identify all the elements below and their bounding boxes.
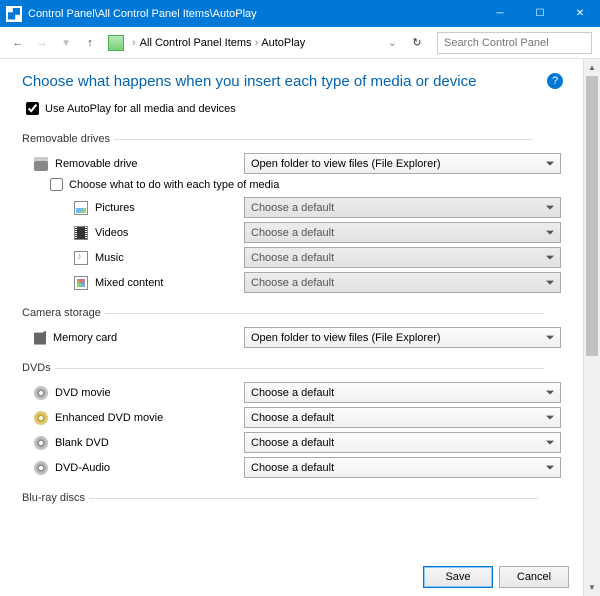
breadcrumb: All Control Panel Items › AutoPlay [140,37,384,49]
dvd-movie-label: DVD movie [55,387,111,399]
videos-select[interactable]: Choose a default [244,222,561,243]
refresh-button[interactable]: ↻ [407,36,427,49]
choose-each-type-row[interactable]: Choose what to do with each type of medi… [50,178,561,191]
use-autoplay-label: Use AutoPlay for all media and devices [45,103,236,115]
pictures-label: Pictures [95,202,135,214]
removable-drive-label: Removable drive [55,158,138,170]
location-icon [108,35,124,51]
forward-button[interactable]: → [32,37,52,49]
breadcrumb-autoplay[interactable]: AutoPlay [261,37,305,49]
help-icon[interactable]: ? [547,73,563,89]
use-autoplay-checkbox-row[interactable]: Use AutoPlay for all media and devices [26,102,561,115]
section-dvds: DVDs [22,362,561,374]
footer-buttons: Save Cancel [423,566,569,588]
use-autoplay-checkbox[interactable] [26,102,39,115]
up-button[interactable]: ↑ [80,37,100,49]
music-icon [74,251,88,265]
section-camera-storage: Camera storage [22,307,561,319]
music-select[interactable]: Choose a default [244,247,561,268]
back-button[interactable]: ← [8,37,28,49]
dvd-audio-icon [34,461,48,475]
drive-icon [34,157,48,171]
enhanced-dvd-select[interactable]: Choose a default [244,407,561,428]
cancel-button[interactable]: Cancel [499,566,569,588]
section-removable-drives: Removable drives [22,133,561,145]
dvd-movie-select[interactable]: Choose a default [244,382,561,403]
dvd-audio-label: DVD-Audio [55,462,110,474]
enhanced-dvd-label: Enhanced DVD movie [55,412,163,424]
close-button[interactable]: ✕ [560,0,600,27]
control-panel-icon [6,6,22,22]
recent-dropdown[interactable]: ▾ [56,36,76,49]
enhanced-dvd-icon [34,411,48,425]
pictures-select[interactable]: Choose a default [244,197,561,218]
memory-card-icon [34,331,46,345]
dvd-audio-select[interactable]: Choose a default [244,457,561,478]
blank-dvd-select[interactable]: Choose a default [244,432,561,453]
chevron-right-icon[interactable]: › [255,37,259,49]
blank-dvd-label: Blank DVD [55,437,109,449]
memory-card-select[interactable]: Open folder to view files (File Explorer… [244,327,561,348]
page-title: Choose what happens when you insert each… [22,73,561,90]
videos-icon [74,226,88,240]
scroll-up-button[interactable]: ▲ [584,59,600,76]
dvd-movie-icon [34,386,48,400]
breadcrumb-all-items[interactable]: All Control Panel Items [140,37,252,49]
save-button[interactable]: Save [423,566,493,588]
section-bluray: Blu-ray discs [22,492,561,504]
scroll-thumb[interactable] [586,76,598,356]
videos-label: Videos [95,227,128,239]
address-dropdown[interactable]: ⌄ [388,36,397,49]
window-title: Control Panel\All Control Panel Items\Au… [28,8,480,20]
choose-each-type-checkbox[interactable] [50,178,63,191]
mixed-select[interactable]: Choose a default [244,272,561,293]
vertical-scrollbar[interactable]: ▲ ▼ [583,59,600,596]
search-input[interactable] [437,32,592,54]
navbar: ← → ▾ ↑ › All Control Panel Items › Auto… [0,27,600,59]
removable-drive-select[interactable]: Open folder to view files (File Explorer… [244,153,561,174]
scroll-down-button[interactable]: ▼ [584,579,600,596]
pictures-icon [74,201,88,215]
chevron-right-icon[interactable]: › [132,37,136,49]
music-label: Music [95,252,124,264]
mixed-icon [74,276,88,290]
titlebar: Control Panel\All Control Panel Items\Au… [0,0,600,27]
choose-each-type-label: Choose what to do with each type of medi… [69,179,279,191]
maximize-button[interactable]: ☐ [520,0,560,27]
memory-card-label: Memory card [53,332,117,344]
minimize-button[interactable]: ─ [480,0,520,27]
blank-dvd-icon [34,436,48,450]
mixed-label: Mixed content [95,277,163,289]
